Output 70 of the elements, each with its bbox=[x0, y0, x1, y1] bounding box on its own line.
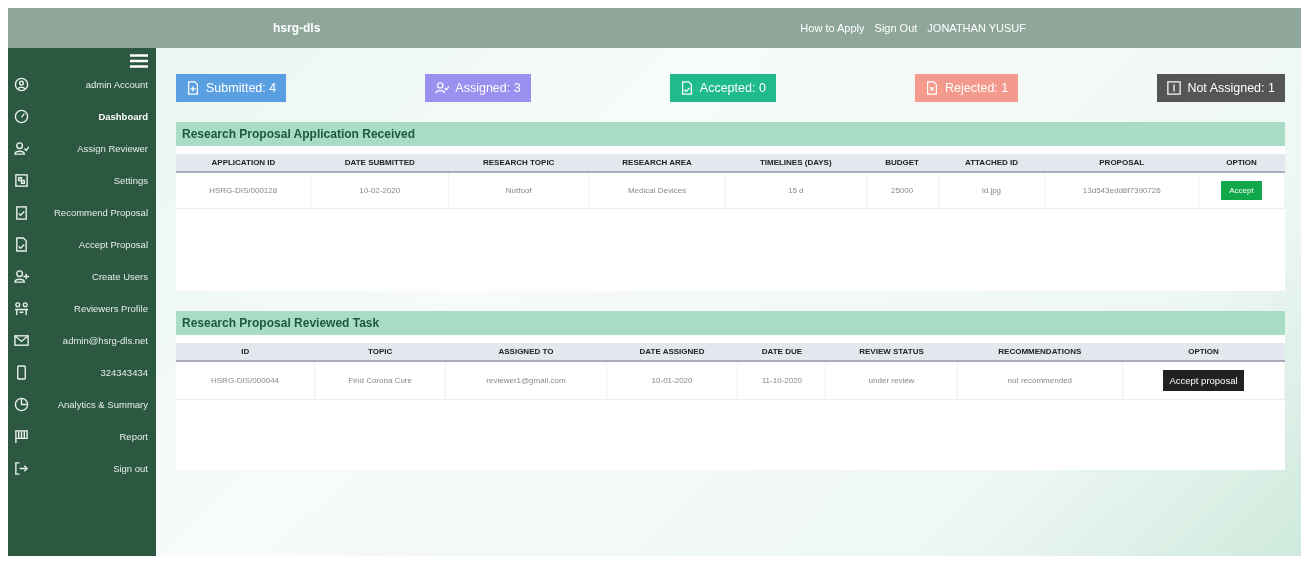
sidebar-icon bbox=[14, 140, 29, 156]
table-cell: 11-10-2020 bbox=[737, 361, 826, 400]
sidebar-icon bbox=[14, 396, 29, 412]
site-title: hsrg-dls bbox=[273, 21, 321, 35]
status-icon bbox=[679, 81, 694, 95]
status-button[interactable]: Not Assigned: 1 bbox=[1157, 74, 1285, 102]
sidebar-item[interactable]: admin Account bbox=[8, 68, 156, 100]
table-cell: reviewer1@gmail.com bbox=[445, 361, 607, 400]
sidebar-icon bbox=[14, 268, 29, 284]
table-cell: 15 d bbox=[725, 172, 867, 209]
user-name: JONATHAN YUSUF bbox=[927, 22, 1026, 34]
table-cell: Find Corona Cure bbox=[314, 361, 446, 400]
column-header: ID bbox=[176, 343, 315, 361]
table-cell: HSRG-DIS/000128 bbox=[176, 172, 311, 209]
panel-title: Research Proposal Reviewed Task bbox=[176, 311, 1285, 335]
sidebar-item[interactable]: Assign Reviewer bbox=[8, 132, 156, 164]
menu-icon[interactable] bbox=[130, 54, 148, 68]
sidebar-icon bbox=[14, 204, 29, 220]
table-cell: Medical Devices bbox=[588, 172, 726, 209]
column-header: OPTION bbox=[1122, 343, 1285, 361]
column-header: ASSIGNED TO bbox=[445, 343, 607, 361]
column-header: RESEARCH TOPIC bbox=[448, 154, 589, 172]
sidebar-icon bbox=[14, 300, 29, 316]
table-cell: under review bbox=[825, 361, 958, 400]
status-icon bbox=[1167, 81, 1182, 95]
table-cell: HSRG-DIS/000044 bbox=[176, 361, 315, 400]
sidebar-item[interactable]: 324343434 bbox=[8, 356, 156, 388]
column-header: DATE ASSIGNED bbox=[606, 343, 738, 361]
sidebar-item[interactable]: Reviewers Profile bbox=[8, 292, 156, 324]
sidebar-icon bbox=[14, 76, 29, 92]
column-header: DATE DUE bbox=[737, 343, 826, 361]
column-header: OPTION bbox=[1198, 154, 1285, 172]
sidebar-icon bbox=[14, 172, 29, 188]
column-header: PROPOSAL bbox=[1044, 154, 1199, 172]
sidebar-item[interactable]: Analytics & Summary bbox=[8, 388, 156, 420]
table-cell: 10-02-2020 bbox=[310, 172, 449, 209]
sidebar-icon bbox=[14, 428, 29, 444]
sidebar-item[interactable]: Recommend Proposal bbox=[8, 196, 156, 228]
column-header: DATE SUBMITTED bbox=[310, 154, 449, 172]
table-cell: not recommended bbox=[957, 361, 1123, 400]
sidebar-icon bbox=[14, 332, 29, 348]
column-header: RECOMMENDATIONS bbox=[957, 343, 1123, 361]
sidebar-item[interactable]: Accept Proposal bbox=[8, 228, 156, 260]
column-header: RESEARCH AREA bbox=[588, 154, 726, 172]
column-header: ATTACHED ID bbox=[938, 154, 1045, 172]
sidebar-icon bbox=[14, 460, 29, 476]
column-header: REVIEW STATUS bbox=[825, 343, 958, 361]
status-icon bbox=[186, 81, 200, 95]
table-cell: Nutfoof bbox=[448, 172, 589, 209]
sidebar-item[interactable]: admin@hsrg-dls.net bbox=[8, 324, 156, 356]
sidebar-icon bbox=[14, 364, 29, 380]
status-icon bbox=[435, 81, 450, 95]
panel-title: Research Proposal Application Received bbox=[176, 122, 1285, 146]
sidebar-item[interactable]: Settings bbox=[8, 164, 156, 196]
table-cell: 25000 bbox=[866, 172, 939, 209]
sidebar-item[interactable]: Create Users bbox=[8, 260, 156, 292]
table-cell: 13d543edd8f7390726 bbox=[1044, 172, 1199, 209]
column-header: TIMELINES (DAYS) bbox=[725, 154, 867, 172]
table-cell: 10-01-2020 bbox=[606, 361, 738, 400]
column-header: APPLICATION ID bbox=[176, 154, 311, 172]
sidebar-item[interactable]: Sign out bbox=[8, 452, 156, 484]
sidebar-icon bbox=[14, 108, 29, 124]
accept-button[interactable]: Accept proposal bbox=[1163, 370, 1244, 391]
column-header: TOPIC bbox=[314, 343, 446, 361]
sidebar-icon bbox=[14, 236, 29, 252]
sidebar-item[interactable]: Dashboard bbox=[8, 100, 156, 132]
sidebar-item[interactable]: Report bbox=[8, 420, 156, 452]
status-icon bbox=[925, 81, 939, 95]
column-header: BUDGET bbox=[866, 154, 939, 172]
table-cell: id.jpg bbox=[938, 172, 1045, 209]
